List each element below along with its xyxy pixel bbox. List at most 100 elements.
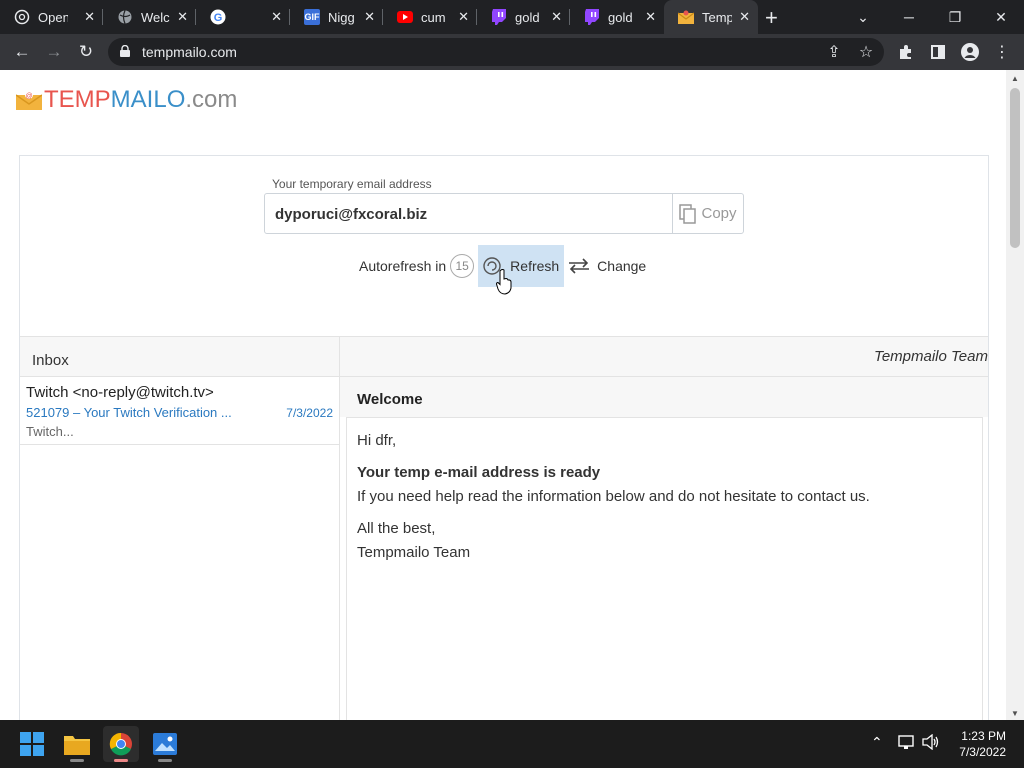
copy-button[interactable]: Copy bbox=[672, 194, 743, 233]
change-label: Change bbox=[597, 258, 647, 274]
site-logo[interactable]: @ TEMP MAILO .com bbox=[16, 86, 237, 114]
tab-welcome[interactable]: Welc ✕ bbox=[103, 0, 196, 34]
close-tab-icon[interactable]: ✕ bbox=[364, 10, 375, 24]
chrome-icon[interactable] bbox=[103, 726, 139, 762]
clock-time: 1:23 PM bbox=[961, 729, 1006, 743]
tab-title: gold bbox=[515, 9, 540, 25]
tab-openai[interactable]: Open ✕ bbox=[0, 0, 103, 34]
tab-title: Open bbox=[38, 9, 68, 25]
network-icon[interactable] bbox=[898, 734, 916, 753]
close-tab-icon[interactable]: ✕ bbox=[645, 10, 656, 24]
reader-signature: Tempmailo Team bbox=[357, 544, 471, 561]
address-bar[interactable]: tempmailo.com ⇪ ☆ bbox=[108, 38, 884, 66]
webpage: @ TEMP MAILO .com Your temporary email add… bbox=[0, 70, 1006, 720]
tab-title: gold bbox=[608, 9, 633, 25]
tab-title: Nigg bbox=[328, 9, 355, 25]
message-preview: Twitch... bbox=[26, 424, 74, 439]
copy-icon bbox=[679, 203, 697, 224]
twitch-icon bbox=[584, 9, 600, 25]
browser-toolbar: ← → ↻ tempmailo.com ⇪ ☆ ⋮ bbox=[0, 34, 1024, 70]
hand-cursor-icon bbox=[496, 269, 512, 295]
bookmark-star-icon[interactable]: ☆ bbox=[854, 40, 878, 64]
reader-body: Hi dfr, Your temp e-mail address is read… bbox=[346, 417, 983, 720]
mailbox-card: Your temporary email address dyporuci@fx… bbox=[19, 155, 989, 720]
tab-twitch-1[interactable]: gold ✕ bbox=[477, 0, 570, 34]
close-tab-icon[interactable]: ✕ bbox=[84, 10, 95, 24]
tab-title: cum bbox=[421, 9, 446, 25]
copy-label: Copy bbox=[701, 205, 737, 222]
swap-arrows-icon bbox=[569, 258, 590, 274]
openai-icon bbox=[14, 9, 30, 25]
url-text: tempmailo.com bbox=[142, 44, 237, 60]
gif-icon: GIF bbox=[304, 9, 320, 25]
message-date: 7/3/2022 bbox=[286, 406, 333, 420]
pane-header: Inbox Tempmailo Team bbox=[20, 336, 988, 377]
logo-text-mailo: MAILO bbox=[110, 86, 186, 113]
tab-search-icon[interactable]: ⌄ bbox=[840, 0, 886, 34]
tab-gif[interactable]: GIF Nigg ✕ bbox=[290, 0, 383, 34]
reader-subject: Welcome bbox=[357, 391, 423, 408]
profile-icon[interactable] bbox=[958, 40, 982, 64]
forward-icon[interactable]: → bbox=[42, 40, 66, 64]
minimize-icon[interactable]: ─ bbox=[886, 0, 932, 34]
tray-overflow-chevron-icon[interactable]: ⌃ bbox=[871, 734, 883, 751]
message-subject[interactable]: 521079 – Your Twitch Verification ... bbox=[26, 405, 252, 420]
globe-icon bbox=[117, 9, 133, 25]
message-from: Twitch <no-reply@twitch.tv> bbox=[26, 384, 214, 401]
reader-greeting: Hi dfr, bbox=[357, 432, 397, 449]
tab-title: Temp bbox=[702, 9, 732, 25]
email-address-field[interactable]: dyporuci@fxcoral.biz Copy bbox=[264, 193, 744, 234]
share-icon[interactable]: ⇪ bbox=[822, 40, 846, 64]
scroll-down-icon[interactable]: ▼ bbox=[1011, 709, 1019, 718]
tab-title: Welc bbox=[141, 9, 170, 25]
tab-youtube[interactable]: cum ✕ bbox=[383, 0, 477, 34]
scroll-up-icon[interactable]: ▲ bbox=[1011, 74, 1019, 83]
inbox-message-item[interactable]: Twitch <no-reply@twitch.tv> 521079 – You… bbox=[20, 377, 339, 445]
change-button[interactable]: Change bbox=[567, 257, 646, 275]
close-tab-icon[interactable]: ✕ bbox=[551, 10, 562, 24]
refresh-button[interactable]: Refresh bbox=[478, 245, 565, 287]
close-tab-icon[interactable]: ✕ bbox=[177, 10, 188, 24]
menu-kebab-icon[interactable]: ⋮ bbox=[990, 40, 1014, 64]
new-tab-icon[interactable]: + bbox=[765, 5, 778, 31]
tab-twitch-2[interactable]: gold ✕ bbox=[570, 0, 664, 34]
refresh-label: Refresh bbox=[510, 258, 560, 274]
tempmail-icon bbox=[678, 9, 694, 25]
envelope-logo-icon: @ bbox=[16, 91, 42, 110]
reader-subject-bar: Welcome bbox=[340, 377, 988, 417]
page-scrollbar[interactable]: ▲ ▼ bbox=[1006, 70, 1024, 720]
reader-paragraph: If you need help read the information be… bbox=[357, 488, 870, 505]
autorefresh-label: Autorefresh in bbox=[359, 258, 447, 274]
inbox-title: Inbox bbox=[32, 352, 69, 369]
close-tab-icon[interactable]: ✕ bbox=[271, 10, 282, 24]
windows-taskbar: ⌃ 1:23 PM 7/3/2022 bbox=[0, 720, 1024, 768]
restore-icon[interactable]: ❐ bbox=[932, 0, 978, 34]
logo-text-temp: TEMP bbox=[44, 86, 111, 113]
volume-icon[interactable] bbox=[922, 733, 940, 753]
logo-text-domain: .com bbox=[185, 86, 238, 113]
close-window-icon[interactable]: ✕ bbox=[978, 0, 1024, 34]
message-sender: Tempmailo Team bbox=[874, 348, 988, 365]
reader-headline: Your temp e-mail address is ready bbox=[357, 464, 601, 481]
reload-icon[interactable]: ↻ bbox=[74, 40, 98, 64]
email-address-value[interactable]: dyporuci@fxcoral.biz bbox=[275, 206, 427, 223]
file-explorer-icon[interactable] bbox=[59, 726, 95, 762]
tab-tempmailo[interactable]: Temp ✕ bbox=[664, 0, 758, 34]
scrollbar-thumb[interactable] bbox=[1010, 88, 1020, 248]
reader-signoff: All the best, bbox=[357, 520, 436, 537]
google-icon: G bbox=[210, 9, 226, 25]
back-icon[interactable]: ← bbox=[10, 40, 34, 64]
side-panel-icon[interactable] bbox=[926, 40, 950, 64]
email-address-label: Your temporary email address bbox=[272, 177, 432, 191]
clock-date: 7/3/2022 bbox=[959, 745, 1006, 759]
extensions-icon[interactable] bbox=[894, 40, 918, 64]
tab-strip: Open ✕ Welc ✕ G ✕ GIF Nigg ✕ cum ✕ gold … bbox=[0, 0, 1024, 34]
photos-icon[interactable] bbox=[147, 726, 183, 762]
tab-google[interactable]: G ✕ bbox=[196, 0, 290, 34]
system-clock[interactable]: 1:23 PM 7/3/2022 bbox=[959, 728, 1006, 760]
twitch-icon bbox=[491, 9, 507, 25]
close-tab-icon[interactable]: ✕ bbox=[739, 10, 750, 24]
start-windows-icon[interactable] bbox=[14, 726, 50, 762]
svg-text:G: G bbox=[214, 12, 223, 24]
close-tab-icon[interactable]: ✕ bbox=[458, 10, 469, 24]
